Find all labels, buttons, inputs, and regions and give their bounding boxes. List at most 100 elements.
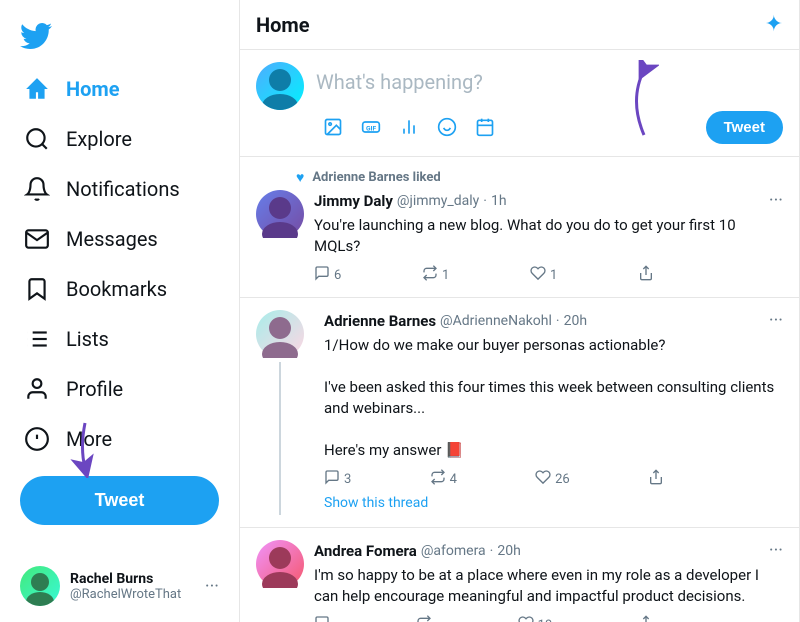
main-header: Home ✦: [240, 0, 799, 50]
tweet-content: Adrienne Barnes @AdrienneNakohl · 20h ··…: [324, 310, 783, 515]
poll-icon[interactable]: [392, 110, 426, 144]
like-icon: [535, 469, 551, 489]
show-thread-link[interactable]: Show this thread: [324, 495, 783, 511]
tweet-time: ·: [490, 543, 494, 559]
tweet-author-info: Andrea Fomera @afomera · 20h: [314, 542, 521, 560]
tweet-author-info: Jimmy Daly @jimmy_daly · 1h: [314, 192, 507, 210]
tweet-time-value: 20h: [564, 313, 587, 329]
retweet-action[interactable]: 1: [422, 265, 449, 285]
heart-icon: ♥: [296, 169, 304, 186]
gif-icon[interactable]: GIF: [354, 110, 388, 144]
tweet-options-icon[interactable]: ···: [769, 540, 783, 561]
tweet-time-value: 20h: [497, 543, 520, 559]
reply-action[interactable]: 3: [324, 469, 351, 489]
sidebar-item-label-lists: Lists: [66, 327, 109, 351]
share-action[interactable]: [638, 615, 654, 622]
sidebar-item-label-messages: Messages: [66, 227, 158, 251]
sidebar-item-bookmarks[interactable]: Bookmarks: [12, 266, 227, 312]
compose-placeholder[interactable]: What's happening?: [316, 62, 783, 110]
compose-toolbar: GIF Tweet: [316, 110, 783, 144]
tweet-handle: @jimmy_daly: [397, 193, 479, 209]
retweet-count: 4: [450, 472, 457, 487]
tweet-main: Adrienne Barnes @AdrienneNakohl · 20h ··…: [256, 310, 783, 515]
like-icon: [530, 265, 546, 285]
sidebar-item-messages[interactable]: Messages: [12, 216, 227, 262]
tweet-button[interactable]: Tweet: [20, 476, 219, 525]
tweet-submit-button[interactable]: Tweet: [706, 111, 783, 144]
tweet-card: Andrea Fomera @afomera · 20h ··· I'm so …: [240, 528, 799, 622]
sidebar-profile[interactable]: Rachel Burns @RachelWroteThat ···: [12, 558, 227, 614]
tweet-content: Andrea Fomera @afomera · 20h ··· I'm so …: [314, 540, 783, 622]
tweet-handle: @AdrienneNakohl: [440, 313, 552, 329]
retweet-icon: [416, 615, 432, 622]
like-action[interactable]: 26: [535, 469, 570, 489]
reply-action[interactable]: [314, 615, 330, 622]
sidebar-item-more[interactable]: More: [12, 416, 227, 462]
tweet-content: Jimmy Daly @jimmy_daly · 1h ··· You're l…: [314, 190, 783, 285]
sidebar-item-label-explore: Explore: [66, 127, 132, 151]
bookmarks-icon: [24, 276, 50, 302]
thread-line: [279, 362, 281, 515]
main-content: Home ✦ What's happening? GIF: [240, 0, 800, 622]
tweet-time: ·: [556, 313, 560, 329]
tweet-author: Andrea Fomera: [314, 542, 417, 560]
reply-icon: [314, 265, 330, 285]
retweet-icon: [422, 265, 438, 285]
page-title: Home: [256, 13, 310, 37]
sparkle-icon[interactable]: ✦: [765, 12, 783, 37]
tweet-options-icon[interactable]: ···: [769, 190, 783, 211]
reply-action[interactable]: 6: [314, 265, 341, 285]
share-action[interactable]: [638, 265, 654, 285]
retweet-action[interactable]: [416, 615, 432, 622]
tweet-actions: 18: [314, 615, 654, 622]
like-action[interactable]: 18: [518, 615, 553, 622]
svg-text:GIF: GIF: [366, 124, 376, 132]
sidebar-item-label-more: More: [66, 427, 112, 451]
avatar: [256, 540, 304, 588]
reply-icon: [314, 615, 330, 622]
sidebar-item-label-notifications: Notifications: [66, 177, 180, 201]
share-icon: [638, 265, 654, 285]
tweet-text: 1/How do we make our buyer personas acti…: [324, 335, 783, 461]
tweet-feed: ♥ Adrienne Barnes liked Jimmy Daly @jimm…: [240, 157, 799, 622]
schedule-icon[interactable]: [468, 110, 502, 144]
avatar: [256, 190, 304, 238]
compose-avatar: [256, 62, 304, 110]
profile-handle: @RachelWroteThat: [70, 587, 195, 602]
twitter-logo[interactable]: [12, 8, 227, 64]
sidebar-item-profile[interactable]: Profile: [12, 366, 227, 412]
like-icon: [518, 615, 534, 622]
emoji-icon[interactable]: [430, 110, 464, 144]
sidebar-item-lists[interactable]: Lists: [12, 316, 227, 362]
tweet-main: Andrea Fomera @afomera · 20h ··· I'm so …: [256, 540, 783, 622]
home-icon: [24, 76, 50, 102]
tweet-text: You're launching a new blog. What do you…: [314, 215, 783, 257]
sidebar-item-label-profile: Profile: [66, 377, 123, 401]
retweet-action[interactable]: 4: [430, 469, 457, 489]
compose-box: What's happening? GIF: [240, 50, 799, 157]
retweet-count: 1: [442, 268, 449, 283]
tweet-actions: 6 1 1: [314, 265, 654, 285]
sidebar-item-label-bookmarks: Bookmarks: [66, 277, 167, 301]
tweet-time-value: 1h: [491, 193, 507, 209]
like-count: 1: [550, 268, 557, 283]
tweet-author: Adrienne Barnes: [324, 312, 436, 330]
image-icon[interactable]: [316, 110, 350, 144]
sidebar-item-notifications[interactable]: Notifications: [12, 166, 227, 212]
profile-options-icon[interactable]: ···: [205, 576, 219, 597]
explore-icon: [24, 126, 50, 152]
reply-count: 6: [334, 268, 341, 283]
share-icon: [638, 615, 654, 622]
sidebar-item-explore[interactable]: Explore: [12, 116, 227, 162]
share-action[interactable]: [648, 469, 664, 489]
tweet-options-icon[interactable]: ···: [769, 310, 783, 331]
profile-info: Rachel Burns @RachelWroteThat: [70, 571, 195, 602]
tweet-author-info: Adrienne Barnes @AdrienneNakohl · 20h: [324, 312, 587, 330]
like-action[interactable]: 1: [530, 265, 557, 285]
tweet-actions: 3 4 26: [324, 469, 664, 489]
tweet-liked-by: ♥ Adrienne Barnes liked: [296, 169, 783, 186]
lists-icon: [24, 326, 50, 352]
tweet-header: Andrea Fomera @afomera · 20h ···: [314, 540, 783, 561]
profile-name: Rachel Burns: [70, 571, 195, 587]
sidebar-item-home[interactable]: Home: [12, 66, 227, 112]
